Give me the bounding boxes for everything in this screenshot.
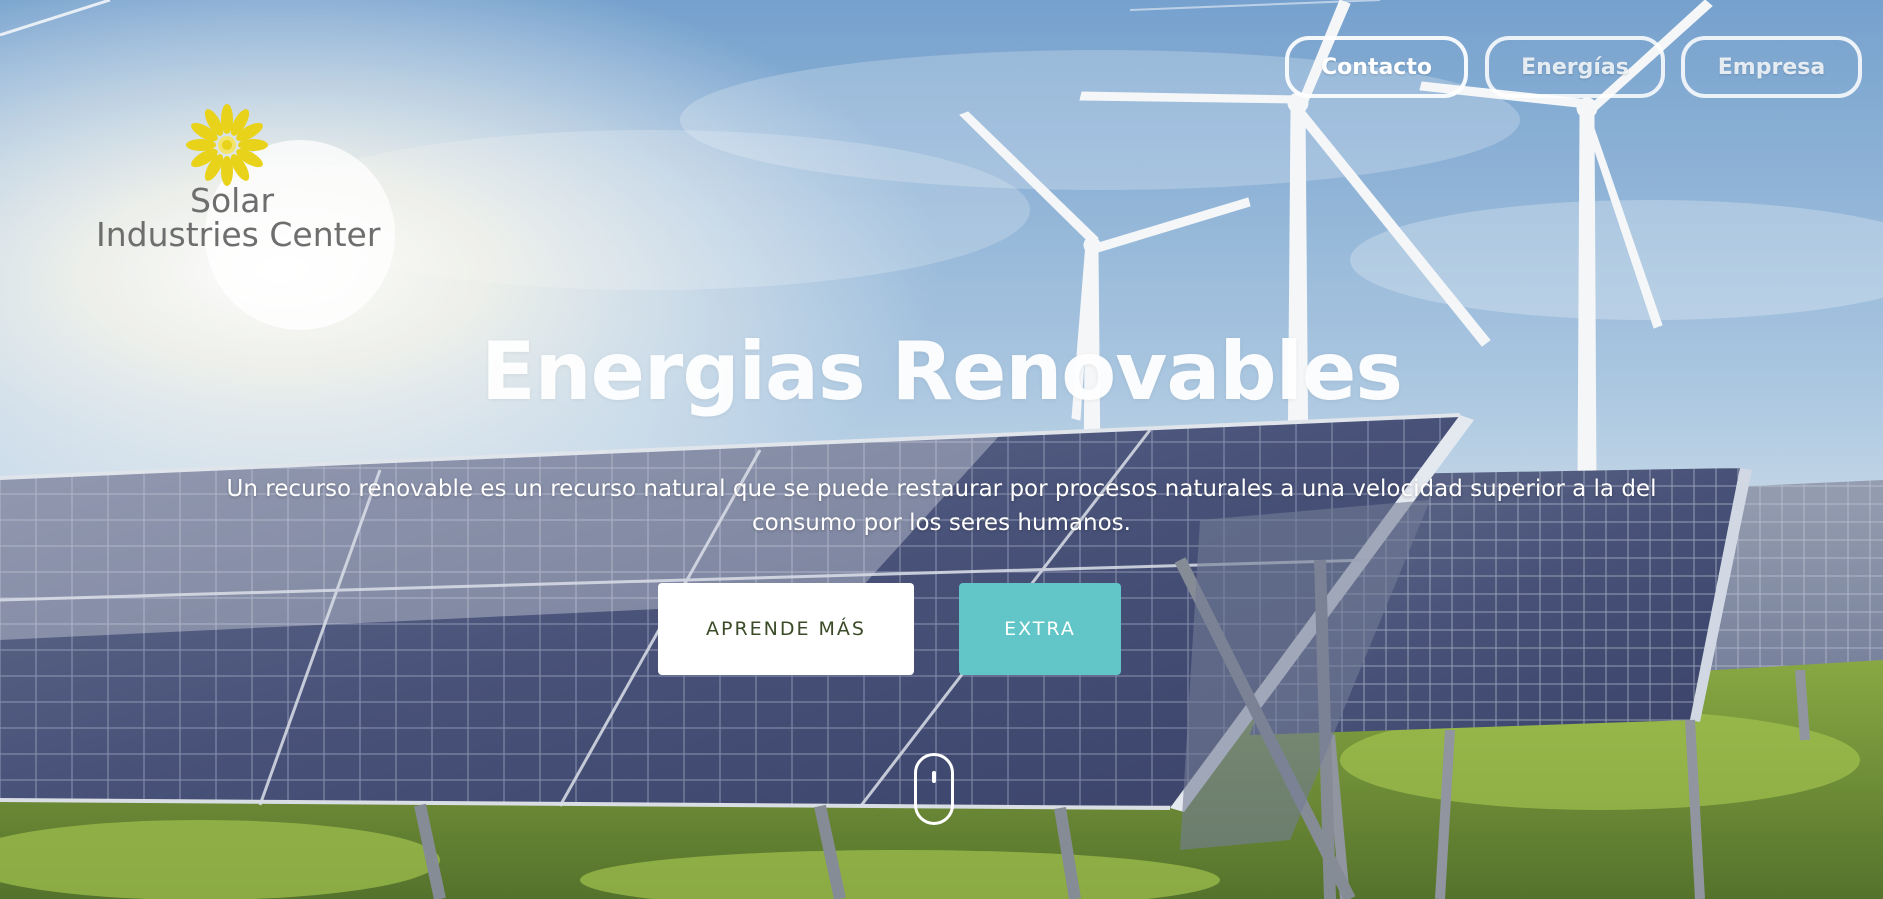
hero-section: Solar Industries Center Contacto Energía…	[0, 0, 1883, 899]
nav-energias-button[interactable]: Energías	[1485, 36, 1665, 98]
extra-button[interactable]: EXTRA	[959, 583, 1121, 675]
nav-contacto-button[interactable]: Contacto	[1285, 36, 1468, 98]
hero-subtitle: Un recurso renovable es un recurso natur…	[226, 476, 1657, 536]
brand-logo[interactable]: Solar Industries Center	[90, 104, 380, 254]
hero-title: Energias Renovables	[481, 325, 1403, 418]
mouse-wheel	[932, 771, 936, 783]
brand-name-line1: Solar	[190, 181, 275, 220]
nav-empresa-button[interactable]: Empresa	[1681, 36, 1862, 98]
learn-more-button[interactable]: APRENDE MÁS	[658, 583, 914, 675]
brand-name-line2: Industries Center	[96, 215, 381, 254]
mouse-scroll-icon[interactable]	[914, 753, 954, 825]
sunflower-icon	[186, 104, 268, 186]
